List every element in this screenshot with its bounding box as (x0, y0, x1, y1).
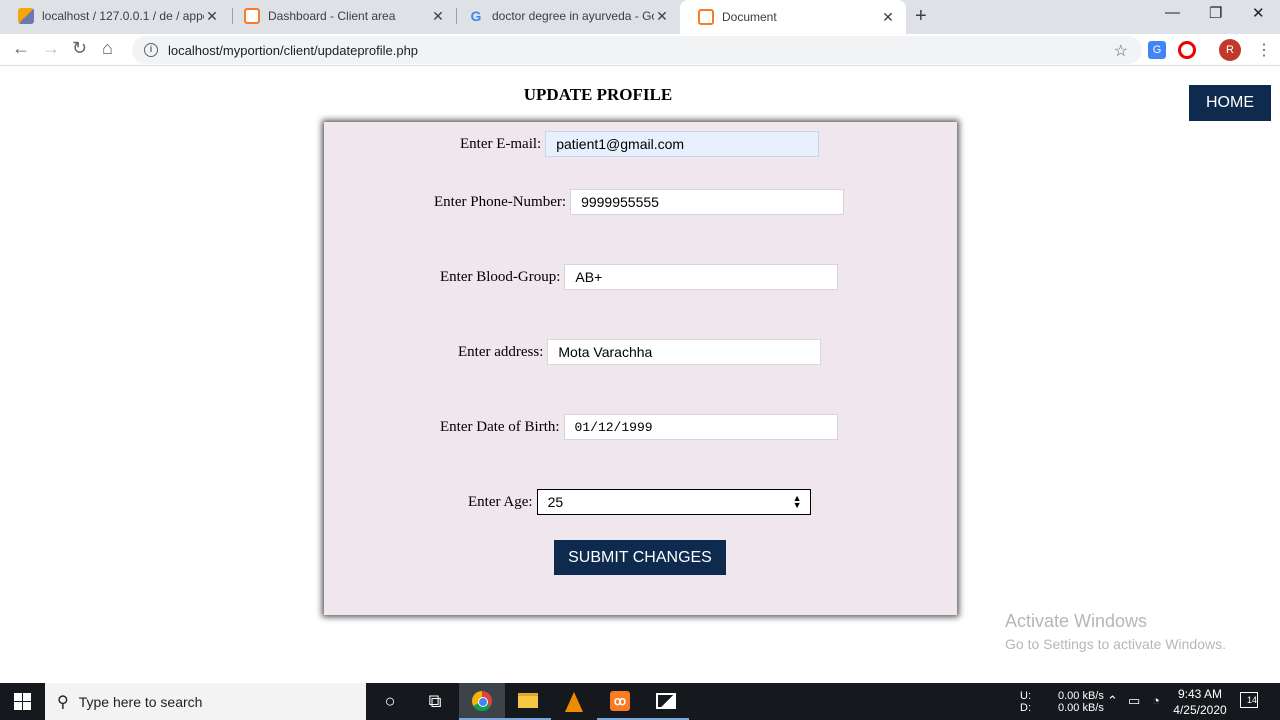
info-icon[interactable]: i (144, 43, 158, 57)
age-label: Enter Age: (468, 493, 533, 510)
watermark-subtitle: Go to Settings to activate Windows. (1005, 636, 1226, 652)
email-field[interactable]: patient1@gmail.com (545, 131, 820, 157)
update-profile-form: Enter E-mail: patient1@gmail.com Enter P… (324, 122, 957, 615)
tab-title: Dashboard - Client area (268, 9, 396, 23)
xampp-icon (244, 8, 260, 24)
browser-tab-strip: localhost / 127.0.0.1 / de / appoi ✕ Das… (0, 0, 1280, 34)
chrome-taskbar-icon[interactable] (459, 683, 505, 720)
xampp-icon (698, 9, 714, 25)
phpmyadmin-icon (18, 8, 34, 24)
close-icon[interactable]: ✕ (880, 9, 896, 26)
clock-date: 4/25/2020 (1173, 703, 1227, 717)
file-explorer-icon[interactable] (505, 683, 551, 720)
back-icon[interactable]: ← (12, 38, 30, 59)
age-value: 25 (547, 494, 564, 510)
bookmark-star-icon[interactable]: ☆ (1114, 41, 1128, 61)
dob-row: Enter Date of Birth: 01/12/1999 (440, 414, 838, 440)
cortana-icon[interactable]: ○ (367, 683, 413, 720)
profile-avatar[interactable]: R (1219, 39, 1241, 61)
dob-label: Enter Date of Birth: (440, 418, 560, 435)
search-placeholder: Type here to search (78, 693, 203, 710)
phone-row: Enter Phone-Number: 9999955555 (434, 189, 845, 215)
email-label: Enter E-mail: (460, 135, 542, 152)
age-row: Enter Age: 25 ▲ ▼ (468, 489, 811, 515)
vlc-icon[interactable] (551, 683, 597, 720)
translate-extension-icon[interactable]: G (1148, 41, 1166, 59)
restore-icon[interactable]: ❐ (1209, 4, 1222, 22)
home-button[interactable]: HOME (1189, 85, 1271, 121)
close-icon[interactable]: ✕ (430, 8, 446, 25)
download-speed: 0.00 kB/s (1058, 701, 1104, 714)
new-tab-icon[interactable]: + (915, 5, 927, 28)
clock-time: 9:43 AM (1177, 687, 1223, 701)
minimize-icon[interactable]: — (1165, 4, 1180, 21)
upload-label: U: (1020, 689, 1031, 702)
address-bar[interactable]: i localhost/myportion/client/updateprofi… (132, 36, 1142, 64)
blood-group-row: Enter Blood-Group: AB+ (440, 264, 839, 290)
address-row: Enter address: Mota Varachha (458, 339, 822, 365)
tab-title: Document (722, 10, 777, 24)
search-icon: ⚲ (57, 693, 69, 711)
upload-speed: 0.00 kB/s (1058, 689, 1104, 702)
home-icon[interactable]: ⌂ (102, 38, 113, 59)
address-label: Enter address: (458, 343, 544, 360)
phone-label: Enter Phone-Number: (434, 193, 567, 210)
tab-title: doctor degree in ayurveda - Goo (492, 9, 654, 23)
windows-taskbar: ⚲ Type here to search ○ ⧉ ꝏ U: D: 0.00 k… (0, 683, 1280, 720)
email-row: Enter E-mail: patient1@gmail.com (460, 131, 820, 157)
spinner-arrows-icon[interactable]: ▲ ▼ (793, 494, 802, 510)
download-label: D: (1020, 701, 1031, 714)
forward-icon[interactable]: → (42, 38, 60, 59)
close-icon[interactable]: ✕ (204, 8, 220, 25)
reload-icon[interactable]: ↻ (72, 38, 87, 59)
page-content: UPDATE PROFILE HOME Enter E-mail: patien… (0, 67, 1280, 683)
chevron-up-icon[interactable]: ⌃ (1107, 693, 1118, 709)
net-speed-values: 0.00 kB/s 0.00 kB/s (1058, 683, 1104, 720)
page-title: UPDATE PROFILE (523, 85, 673, 104)
tab-dashboard[interactable]: Dashboard - Client area ✕ (226, 0, 456, 32)
windows-start-icon[interactable] (14, 693, 31, 710)
net-speed-labels: U: D: (1020, 683, 1031, 720)
taskbar-search-input[interactable]: ⚲ Type here to search (45, 683, 366, 720)
address-field[interactable]: Mota Varachha (547, 339, 822, 365)
google-icon: G (470, 8, 482, 24)
tab-document[interactable]: Document ✕ (680, 0, 906, 34)
window-close-icon[interactable]: ✕ (1252, 4, 1265, 22)
phone-field[interactable]: 9999955555 (570, 189, 845, 215)
system-clock[interactable]: 9:43 AM 4/25/2020 (1170, 686, 1230, 718)
url-text: localhost/myportion/client/updateprofile… (168, 42, 419, 58)
close-icon[interactable]: ✕ (654, 8, 670, 25)
tab-google-search[interactable]: G doctor degree in ayurveda - Goo ✕ (450, 0, 680, 32)
xampp-taskbar-icon[interactable]: ꝏ (597, 683, 643, 720)
task-view-icon[interactable]: ⧉ (412, 683, 458, 720)
notification-icon[interactable]: 14 (1240, 692, 1258, 708)
submit-changes-button[interactable]: SUBMIT CHANGES (554, 540, 726, 575)
age-field[interactable]: 25 ▲ ▼ (536, 489, 811, 515)
wifi-icon[interactable]: ◔ (1152, 693, 1160, 708)
battery-icon[interactable]: ▭ (1128, 693, 1140, 709)
activate-windows-watermark: Activate Windows Go to Settings to activ… (1005, 611, 1226, 652)
blood-group-label: Enter Blood-Group: (440, 268, 561, 285)
watermark-title: Activate Windows (1005, 611, 1148, 631)
photos-icon[interactable] (643, 683, 689, 720)
tab-title: localhost / 127.0.0.1 / de / appoi (42, 9, 204, 23)
opera-extension-icon[interactable] (1178, 41, 1196, 59)
dob-field[interactable]: 01/12/1999 (563, 414, 838, 440)
browser-toolbar: ← → ↻ ⌂ i localhost/myportion/client/upd… (0, 34, 1280, 66)
menu-icon[interactable]: ⋮ (1256, 40, 1272, 60)
tab-phpmyadmin[interactable]: localhost / 127.0.0.1 / de / appoi ✕ (0, 0, 230, 32)
blood-group-field[interactable]: AB+ (564, 264, 839, 290)
